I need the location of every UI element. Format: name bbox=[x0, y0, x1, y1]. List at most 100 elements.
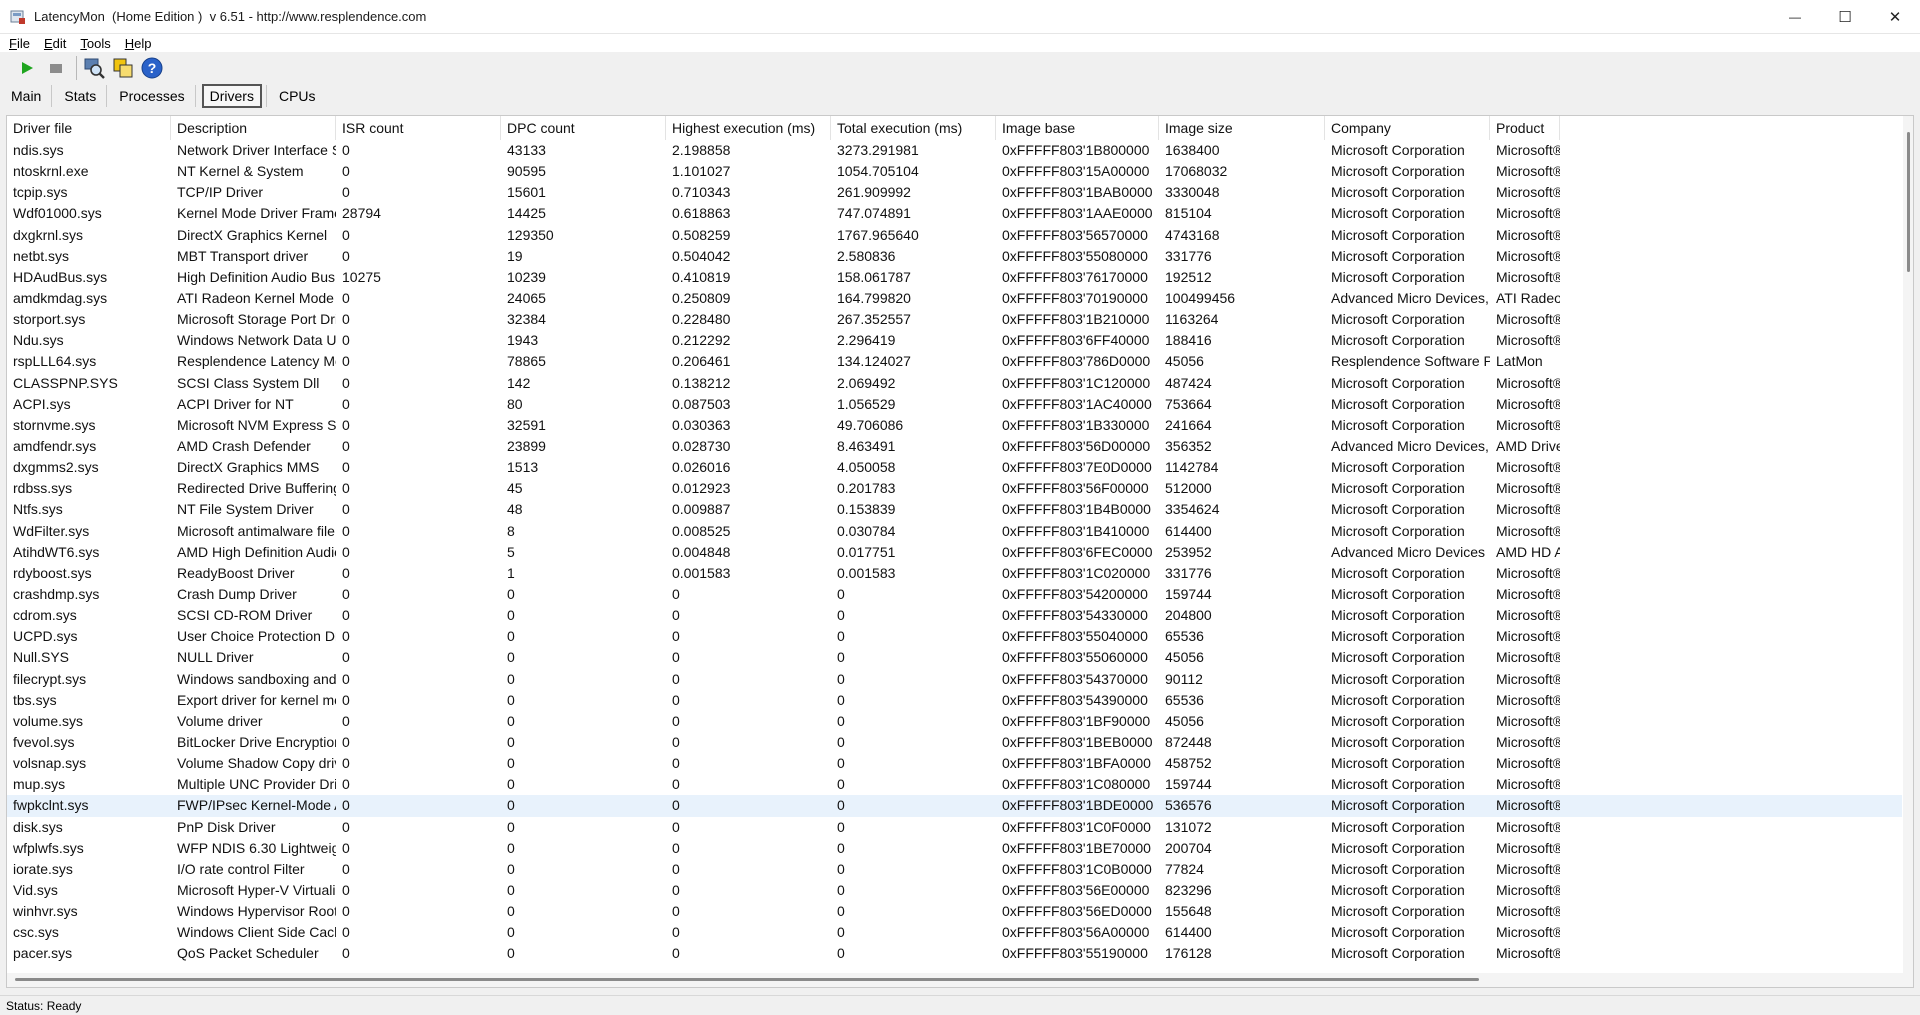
col-product-header[interactable]: Product bbox=[1490, 116, 1560, 140]
table-row[interactable]: ACPI.sys ACPI Driver for NT 0 80 0.087503 1.0… bbox=[7, 394, 1902, 415]
vertical-scroll-thumb[interactable] bbox=[1907, 132, 1910, 272]
col-isr-count-header[interactable]: ISR count bbox=[336, 116, 501, 140]
col-highest-execution-cell: 0.008525 bbox=[672, 522, 731, 539]
table-row[interactable]: volsnap.sys Volume Shadow Copy driver 0 0 0 0… bbox=[7, 753, 1902, 774]
maximize-button[interactable]: ☐ bbox=[1820, 0, 1870, 34]
col-product-cell: Microsoft® bbox=[1496, 649, 1560, 666]
col-isr-count-cell: 28794 bbox=[342, 205, 381, 222]
table-row[interactable]: tbs.sys Export driver for kernel mod... 0 0… bbox=[7, 690, 1902, 711]
table-row[interactable]: crashdmp.sys Crash Dump Driver 0 0 0 0 0xFFFFF… bbox=[7, 584, 1902, 605]
col-description-cell: AMD Crash Defender bbox=[177, 437, 311, 454]
table-row[interactable]: HDAudBus.sys High Definition Audio Bus Dr… bbox=[7, 267, 1902, 288]
table-row[interactable]: Vid.sys Microsoft Hyper-V Virtualizati...… bbox=[7, 880, 1902, 901]
col-image-base-cell: 0xFFFFF803'56A00000 bbox=[1002, 924, 1150, 941]
vertical-scrollbar[interactable] bbox=[1903, 116, 1913, 976]
table-row[interactable]: storport.sys Microsoft Storage Port Drive… bbox=[7, 309, 1902, 330]
minimize-icon: — bbox=[1789, 10, 1801, 24]
col-total-execution-header[interactable]: Total execution (ms) bbox=[831, 116, 996, 140]
table-row[interactable]: filecrypt.sys Windows sandboxing and e...… bbox=[7, 669, 1902, 690]
table-body[interactable]: ndis.sys Network Driver Interface Sp... 0 4… bbox=[7, 140, 1902, 987]
table-row[interactable]: Ndu.sys Windows Network Data Usa... 0 1943 0… bbox=[7, 330, 1902, 351]
help-button[interactable]: ? bbox=[139, 55, 165, 81]
table-row[interactable]: winhvr.sys Windows Hypervisor Root I... 0 0… bbox=[7, 901, 1902, 922]
col-driver-file-cell: pacer.sys bbox=[13, 945, 73, 962]
windows-icon bbox=[113, 58, 133, 78]
col-description-header[interactable]: Description bbox=[171, 116, 336, 140]
col-description-cell: WFP NDIS 6.30 Lightweight ... bbox=[177, 839, 336, 856]
col-company-cell: Advanced Micro Devices bbox=[1331, 543, 1486, 560]
table-row[interactable]: WdFilter.sys Microsoft antimalware file s… bbox=[7, 521, 1902, 542]
col-image-base-cell: 0xFFFFF803'1C120000 bbox=[1002, 374, 1151, 391]
minimize-button[interactable]: — bbox=[1770, 0, 1820, 34]
col-driver-file-cell: Null.SYS bbox=[13, 649, 70, 666]
table-row[interactable]: rdbss.sys Redirected Drive Buffering S...… bbox=[7, 478, 1902, 499]
menu-tools[interactable]: Tools bbox=[75, 36, 115, 51]
col-image-base-cell: 0xFFFFF803'1B410000 bbox=[1002, 522, 1150, 539]
table-row[interactable]: AtihdWT6.sys AMD High Definition Audio F.… bbox=[7, 542, 1902, 563]
table-row[interactable]: tcpip.sys TCP/IP Driver 0 15601 0.710343 261.… bbox=[7, 182, 1902, 203]
tab-processes[interactable]: Processes bbox=[113, 84, 190, 108]
col-company-cell: Microsoft Corporation bbox=[1331, 924, 1465, 941]
close-button[interactable]: ✕ bbox=[1870, 0, 1920, 34]
table-row[interactable]: iorate.sys I/O rate control Filter 0 0 0 0 0xF… bbox=[7, 859, 1902, 880]
table-row[interactable]: Wdf01000.sys Kernel Mode Driver Framew...… bbox=[7, 203, 1902, 224]
tab-main[interactable]: Main bbox=[5, 84, 47, 108]
col-total-execution-cell: 2.296419 bbox=[837, 332, 896, 349]
table-row[interactable]: dxgmms2.sys DirectX Graphics MMS 0 1513 0.02… bbox=[7, 457, 1902, 478]
tab-drivers[interactable]: Drivers bbox=[201, 84, 262, 108]
table-row[interactable]: dxgkrnl.sys DirectX Graphics Kernel 0 12935… bbox=[7, 225, 1902, 246]
table-row[interactable]: stornvme.sys Microsoft NVM Express Stor..… bbox=[7, 415, 1902, 436]
col-total-execution-cell: 3273.291981 bbox=[837, 142, 919, 158]
table-row[interactable]: netbt.sys MBT Transport driver 0 19 0.504042… bbox=[7, 246, 1902, 267]
menu-help[interactable]: Help bbox=[120, 36, 157, 51]
drivers-table[interactable]: Driver file Description ISR count DPC count… bbox=[6, 115, 1914, 988]
col-image-size-header[interactable]: Image size bbox=[1159, 116, 1325, 140]
col-image-base-cell: 0xFFFFF803'55080000 bbox=[1002, 247, 1148, 264]
windows-button[interactable] bbox=[110, 55, 136, 81]
table-row[interactable]: wfplwfs.sys WFP NDIS 6.30 Lightweight ...… bbox=[7, 838, 1902, 859]
table-row[interactable]: ntoskrnl.exe NT Kernel & System 0 90595 1.10… bbox=[7, 161, 1902, 182]
col-image-base-cell: 0xFFFFF803'54330000 bbox=[1002, 607, 1148, 624]
col-total-execution-cell: 164.799820 bbox=[837, 289, 911, 306]
table-row[interactable]: ndis.sys Network Driver Interface Sp... 0 4… bbox=[7, 140, 1902, 161]
table-row[interactable]: UCPD.sys User Choice Protection Driver 0 0 0… bbox=[7, 626, 1902, 647]
col-isr-count-cell: 0 bbox=[342, 142, 350, 158]
col-company-header[interactable]: Company bbox=[1325, 116, 1490, 140]
col-driver-file-header[interactable]: Driver file bbox=[7, 116, 171, 140]
menu-file[interactable]: File bbox=[4, 36, 35, 51]
col-highest-execution-header[interactable]: Highest execution (ms) bbox=[666, 116, 831, 140]
table-row[interactable]: disk.sys PnP Disk Driver 0 0 0 0 0xFFFFF803'1C… bbox=[7, 817, 1902, 838]
table-row[interactable]: mup.sys Multiple UNC Provider Driver 0 0 0 0 0… bbox=[7, 774, 1902, 795]
table-row[interactable]: fwpkclnt.sys FWP/IPsec Kernel-Mode API 0 0 0… bbox=[7, 795, 1902, 817]
tab-cpus[interactable]: CPUs bbox=[273, 84, 322, 108]
col-dpc-count-header[interactable]: DPC count bbox=[501, 116, 666, 140]
search-driver-button[interactable] bbox=[81, 55, 107, 81]
horizontal-scroll-thumb[interactable] bbox=[15, 978, 1479, 981]
table-row[interactable]: cdrom.sys SCSI CD-ROM Driver 0 0 0 0 0xFFFFF80… bbox=[7, 605, 1902, 626]
col-total-execution-cell: 2.069492 bbox=[837, 374, 896, 391]
menu-edit[interactable]: Edit bbox=[39, 36, 71, 51]
start-button[interactable] bbox=[14, 55, 40, 81]
table-row[interactable]: CLASSPNP.SYS SCSI Class System Dll 0 142 0.1… bbox=[7, 373, 1902, 394]
horizontal-scrollbar[interactable] bbox=[7, 973, 1913, 987]
table-row[interactable]: amdfendr.sys AMD Crash Defender 0 23899 0.02… bbox=[7, 436, 1902, 457]
stop-button[interactable] bbox=[43, 55, 69, 81]
col-highest-execution-cell: 0 bbox=[672, 860, 680, 877]
table-row[interactable]: pacer.sys QoS Packet Scheduler 0 0 0 0 0xFFFFF… bbox=[7, 943, 1902, 964]
close-icon: ✕ bbox=[1888, 9, 1902, 26]
col-product-cell: AMD Driver bbox=[1496, 437, 1560, 454]
table-row[interactable]: volume.sys Volume driver 0 0 0 0 0xFFFFF803'1B… bbox=[7, 711, 1902, 732]
tab-stats[interactable]: Stats bbox=[58, 84, 102, 108]
table-row[interactable]: amdkmdag.sys ATI Radeon Kernel Mode Dri..… bbox=[7, 288, 1902, 309]
table-row[interactable]: Null.SYS NULL Driver 0 0 0 0 0xFFFFF803'550600… bbox=[7, 647, 1902, 668]
table-row[interactable]: rspLLL64.sys Resplendence Latency Monit..… bbox=[7, 351, 1902, 372]
col-total-execution-cell: 0 bbox=[837, 839, 845, 856]
col-image-base-header[interactable]: Image base bbox=[996, 116, 1159, 140]
table-header: Driver file Description ISR count DPC count… bbox=[7, 116, 1907, 140]
table-row[interactable]: csc.sys Windows Client Side Cachin... 0 0 0 0… bbox=[7, 922, 1902, 943]
table-row[interactable]: fvevol.sys BitLocker Drive Encryption ...… bbox=[7, 732, 1902, 753]
col-dpc-count-cell: 0 bbox=[507, 903, 515, 920]
table-row[interactable]: Ntfs.sys NT File System Driver 0 48 0.009887… bbox=[7, 499, 1902, 520]
table-row[interactable]: rdyboost.sys ReadyBoost Driver 0 1 0.001583 0… bbox=[7, 563, 1902, 584]
col-image-size-cell: 131072 bbox=[1165, 818, 1212, 835]
